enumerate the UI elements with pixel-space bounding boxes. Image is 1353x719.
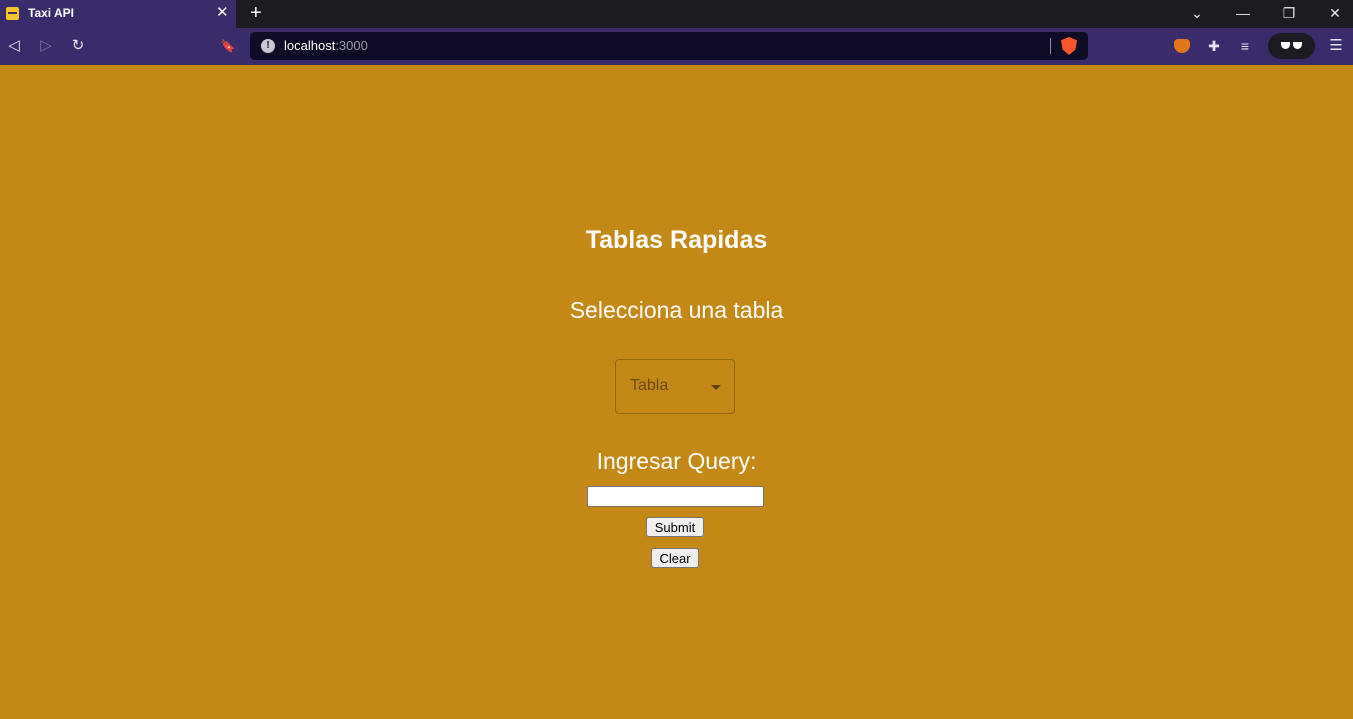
tab-close-icon[interactable]: ✕ xyxy=(216,4,229,22)
extensions-puzzle-icon[interactable]: ✚ xyxy=(1204,36,1224,56)
url-divider xyxy=(1050,38,1051,54)
table-select-placeholder: Tabla xyxy=(630,377,669,394)
private-glasses-icon xyxy=(1281,42,1303,50)
dropdown-arrow-icon xyxy=(711,385,721,390)
back-icon[interactable]: ◁ xyxy=(4,36,24,56)
tab-list-icon[interactable]: ⌄ xyxy=(1185,4,1209,24)
page-title: Tablas Rapidas xyxy=(585,226,768,254)
new-tab-button[interactable]: + xyxy=(250,2,262,24)
submit-button[interactable]: Submit xyxy=(646,517,704,537)
menu-icon[interactable]: ☰ xyxy=(1326,36,1346,56)
forward-icon[interactable]: ▷ xyxy=(36,36,56,56)
address-bar[interactable]: ! localhost:3000 xyxy=(250,32,1088,60)
restore-button[interactable]: ❐ xyxy=(1277,4,1301,24)
brave-shields-icon[interactable] xyxy=(1061,37,1077,55)
clear-button[interactable]: Clear xyxy=(651,548,699,568)
table-select[interactable]: Tabla xyxy=(615,359,735,414)
url-host: localhost xyxy=(284,38,336,53)
reload-icon[interactable]: ↻ xyxy=(68,36,88,56)
select-table-label: Selecciona una tabla xyxy=(569,297,784,323)
metamask-fox-icon[interactable] xyxy=(1174,39,1190,53)
url-text: localhost:3000 xyxy=(284,38,368,53)
site-info-icon[interactable]: ! xyxy=(261,39,275,53)
tab-taxi-api[interactable]: Taxi API ✕ xyxy=(0,0,236,28)
url-port: :3000 xyxy=(335,38,368,53)
playlist-icon[interactable]: ≡ xyxy=(1235,36,1255,56)
query-input[interactable] xyxy=(587,486,764,507)
bookmark-icon[interactable]: 🔖 xyxy=(218,36,238,56)
minimize-button[interactable]: — xyxy=(1231,4,1255,24)
taxi-favicon-icon xyxy=(6,7,19,20)
query-label: Ingresar Query: xyxy=(596,448,757,474)
tab-title: Taxi API xyxy=(28,6,75,20)
tab-bar: Taxi API ✕ + ⌄ — ❐ ✕ xyxy=(0,0,1353,28)
browser-toolbar: ◁ ▷ ↻ 🔖 ! localhost:3000 ✚ ≡ ☰ xyxy=(0,28,1353,65)
profile-button[interactable] xyxy=(1268,33,1315,59)
window-close-button[interactable]: ✕ xyxy=(1323,4,1347,24)
